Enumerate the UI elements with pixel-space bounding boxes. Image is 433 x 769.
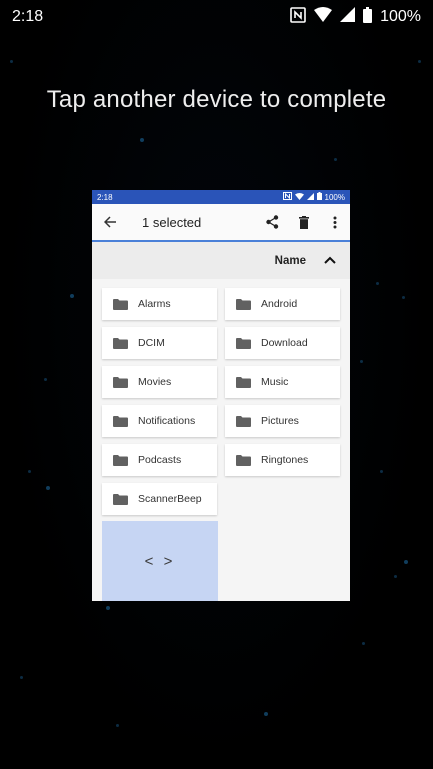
preview-nfc-icon xyxy=(282,192,292,202)
battery-icon xyxy=(363,6,373,28)
folder-icon xyxy=(236,376,251,388)
chevron-up-icon[interactable] xyxy=(324,255,336,267)
preview-battery-icon xyxy=(316,192,322,202)
status-time: 2:18 xyxy=(12,8,44,25)
code-icon: < > xyxy=(144,552,176,570)
folder-item[interactable]: Music xyxy=(225,366,340,398)
folder-label: Pictures xyxy=(261,415,299,427)
folder-icon xyxy=(236,454,251,466)
folder-label: Podcasts xyxy=(138,454,182,466)
folder-label: Alarms xyxy=(138,298,171,310)
sort-bar[interactable]: Name xyxy=(92,242,350,279)
folder-label: Movies xyxy=(138,376,172,388)
preview-wifi-icon xyxy=(294,192,304,202)
shared-screen-preview[interactable]: 2:18 100% 1 selected Name Alarms Android… xyxy=(92,190,350,601)
selection-title: 1 selected xyxy=(142,214,202,230)
wifi-icon xyxy=(314,7,333,27)
status-icons: 100% xyxy=(290,6,421,28)
folder-label: Music xyxy=(261,376,289,388)
code-file-tile[interactable]: < > xyxy=(102,521,218,601)
folder-icon xyxy=(113,298,128,310)
folder-item[interactable]: ScannerBeep xyxy=(102,483,217,515)
beam-prompt: Tap another device to complete xyxy=(46,86,387,113)
folder-item[interactable]: Pictures xyxy=(225,405,340,437)
signal-icon xyxy=(340,7,356,27)
folder-item[interactable]: Notifications xyxy=(102,405,217,437)
folder-icon xyxy=(113,415,128,427)
delete-icon[interactable] xyxy=(288,215,319,229)
preview-status-time: 2:18 xyxy=(97,192,113,202)
preview-signal-icon xyxy=(306,192,314,202)
more-vert-icon[interactable] xyxy=(319,216,350,229)
preview-battery-percent: 100% xyxy=(324,192,345,202)
folder-item[interactable]: Podcasts xyxy=(102,444,217,476)
folder-item[interactable]: DCIM xyxy=(102,327,217,359)
folder-icon xyxy=(236,298,251,310)
folder-label: Ringtones xyxy=(261,454,309,466)
folder-item[interactable]: Movies xyxy=(102,366,217,398)
folder-label: ScannerBeep xyxy=(138,493,202,505)
folder-icon xyxy=(113,493,128,505)
folder-label: Android xyxy=(261,298,298,310)
status-bar: 2:18 100% xyxy=(0,0,433,34)
folder-label: Download xyxy=(261,337,308,349)
folder-icon xyxy=(113,454,128,466)
back-arrow-icon[interactable] xyxy=(92,216,128,228)
folder-label: Notifications xyxy=(138,415,196,427)
folder-label: DCIM xyxy=(138,337,165,349)
android-beam-screen: 2:18 100% Tap another device to complete… xyxy=(0,0,433,769)
folder-item[interactable]: Download xyxy=(225,327,340,359)
preview-app-bar: 1 selected xyxy=(92,204,350,242)
share-icon[interactable] xyxy=(257,215,288,229)
folder-icon xyxy=(113,337,128,349)
folder-grid: Alarms Android DCIM Download Movies Music Noti… xyxy=(102,288,342,515)
preview-status-bar: 2:18 100% xyxy=(92,190,350,204)
folder-icon xyxy=(236,337,251,349)
nfc-icon xyxy=(290,6,306,28)
sort-label[interactable]: Name xyxy=(275,255,306,267)
folder-icon xyxy=(113,376,128,388)
folder-item[interactable]: Android xyxy=(225,288,340,320)
folder-item[interactable]: Alarms xyxy=(102,288,217,320)
folder-icon xyxy=(236,415,251,427)
folder-item[interactable]: Ringtones xyxy=(225,444,340,476)
battery-percent: 100% xyxy=(380,8,421,25)
